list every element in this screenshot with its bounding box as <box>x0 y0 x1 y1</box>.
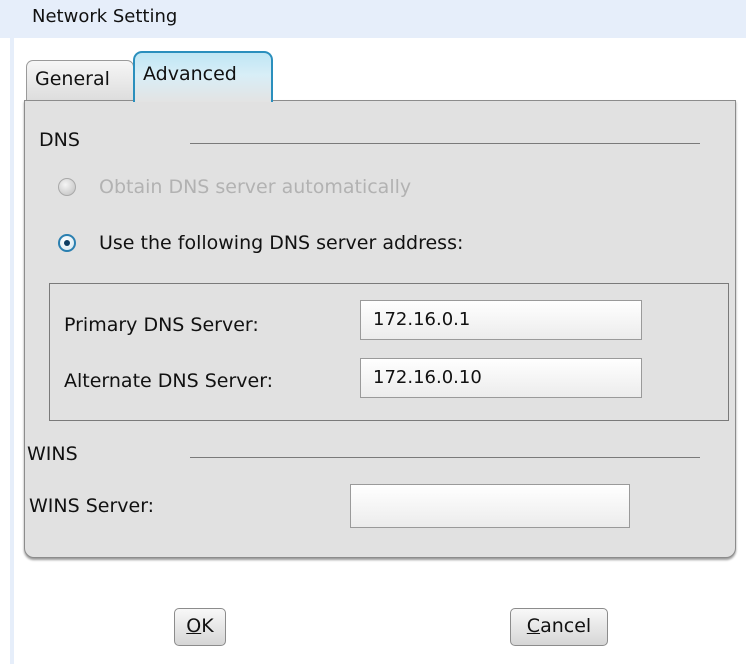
wins-server-field[interactable] <box>350 484 630 528</box>
tab-advanced[interactable]: Advanced <box>133 51 273 102</box>
tab-general[interactable]: General <box>26 60 134 102</box>
dns-separator <box>190 143 700 144</box>
alternate-dns-label: Alternate DNS Server: <box>64 370 274 392</box>
title-bar: Network Setting <box>0 0 746 38</box>
alternate-dns-value: 172.16.0.10 <box>373 367 482 388</box>
tab-advanced-label: Advanced <box>143 63 237 85</box>
ok-label-rest: K <box>201 615 214 637</box>
ok-mnemonic: O <box>186 615 202 637</box>
primary-dns-field[interactable]: 172.16.0.1 <box>360 300 642 340</box>
primary-dns-label: Primary DNS Server: <box>64 314 259 336</box>
dns-server-group: Primary DNS Server: 172.16.0.1 Alternate… <box>49 283 729 421</box>
window-title: Network Setting <box>32 6 178 27</box>
dns-section-label: DNS <box>39 129 80 151</box>
cancel-label-rest: ancel <box>540 615 592 637</box>
window-left-edge <box>10 38 14 664</box>
cancel-mnemonic: C <box>526 615 541 637</box>
alternate-dns-field[interactable]: 172.16.0.10 <box>360 358 642 398</box>
obtain-dns-auto-label: Obtain DNS server automatically <box>99 176 412 198</box>
use-following-dns-label[interactable]: Use the following DNS server address: <box>99 232 463 254</box>
use-following-dns-radio[interactable] <box>58 234 76 252</box>
primary-dns-value: 172.16.0.1 <box>373 309 471 330</box>
advanced-tab-panel: DNS Obtain DNS server automatically Use … <box>24 100 736 558</box>
obtain-dns-auto-radio <box>58 178 76 196</box>
wins-server-label: WINS Server: <box>29 495 155 517</box>
wins-section-label: WINS <box>27 443 78 465</box>
ok-button[interactable]: OK <box>174 608 226 646</box>
tab-general-label: General <box>35 68 110 90</box>
cancel-button[interactable]: Cancel <box>510 608 608 646</box>
wins-separator <box>190 457 700 458</box>
